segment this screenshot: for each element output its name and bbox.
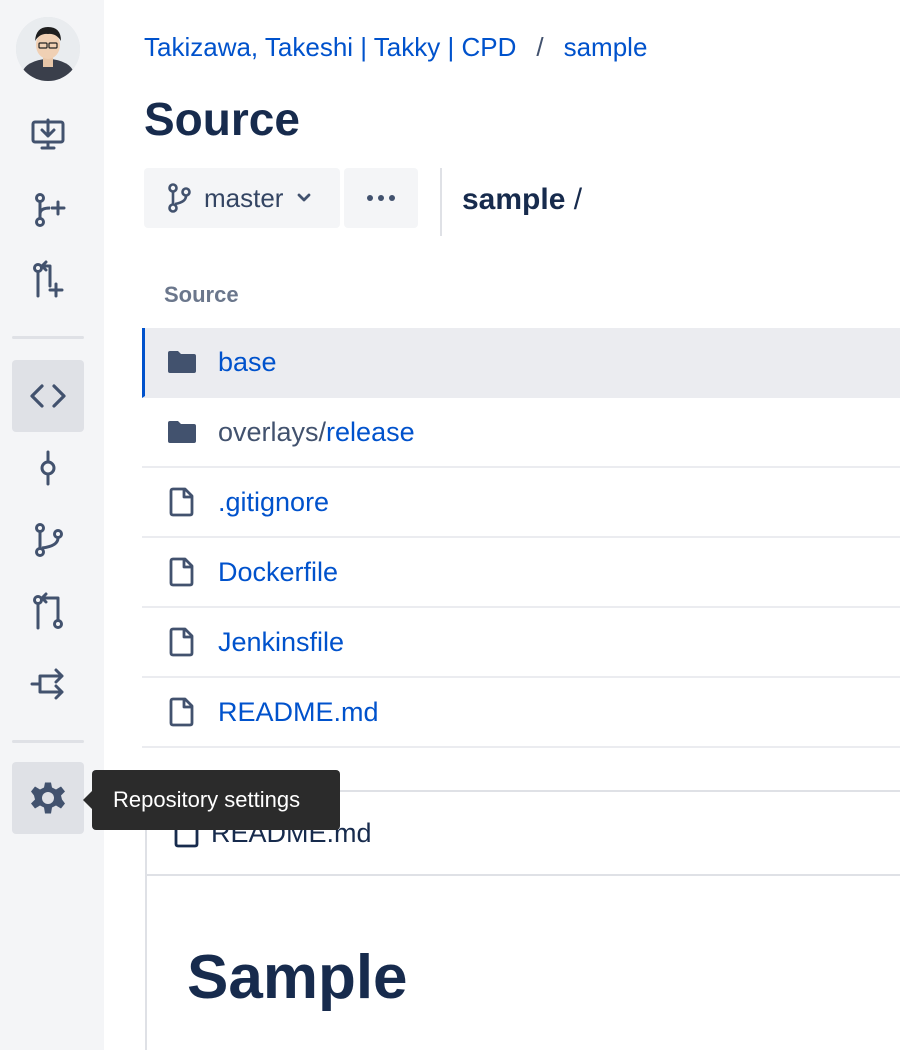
repository-settings-tooltip: Repository settings xyxy=(83,770,340,830)
file-name[interactable]: .gitignore xyxy=(218,487,329,518)
commits-icon xyxy=(40,450,56,486)
pipelines-button[interactable] xyxy=(12,648,84,720)
file-row-gitignore[interactable]: .gitignore xyxy=(142,468,900,538)
file-row-jenkinsfile[interactable]: Jenkinsfile xyxy=(142,608,900,678)
file-name[interactable]: README.md xyxy=(218,697,379,728)
breadcrumb-separator: / xyxy=(536,32,544,62)
breadcrumb-repo-link[interactable]: sample xyxy=(564,32,648,62)
current-path: sample / xyxy=(462,183,582,217)
file-row-dockerfile[interactable]: Dockerfile xyxy=(142,538,900,608)
breadcrumb-workspace-link[interactable]: Takizawa, Takeshi | Takky | CPD xyxy=(144,32,516,62)
branches-icon xyxy=(35,523,63,557)
folder-icon xyxy=(168,421,196,443)
file-list-header: Source xyxy=(164,282,239,307)
folder-name: release xyxy=(326,416,415,447)
sidebar xyxy=(0,0,104,1050)
branch-label: master xyxy=(204,182,284,213)
breadcrumb: Takizawa, Takeshi | Takky | CPD / sample xyxy=(144,32,647,63)
source-icon xyxy=(30,384,66,408)
folder-prefix: overlays/ xyxy=(218,416,327,447)
repository-settings-button[interactable] xyxy=(12,762,84,834)
file-name[interactable]: overlays/release xyxy=(218,417,415,448)
file-name[interactable]: Dockerfile xyxy=(218,557,338,588)
toolbar-separator xyxy=(440,168,442,236)
path-slash: / xyxy=(565,183,583,216)
sidebar-divider xyxy=(12,740,84,743)
commits-button[interactable] xyxy=(12,432,84,504)
folder-icon xyxy=(168,351,196,373)
file-row-base[interactable]: base xyxy=(142,328,900,398)
sidebar-divider xyxy=(12,336,84,339)
pull-requests-icon xyxy=(33,592,63,630)
file-name[interactable]: Jenkinsfile xyxy=(218,627,344,658)
file-name[interactable]: base xyxy=(218,347,277,378)
create-branch-button[interactable] xyxy=(12,174,84,246)
readme-heading: Sample xyxy=(187,943,408,1012)
clone-button[interactable] xyxy=(12,98,84,170)
page-title: Source xyxy=(144,93,300,145)
create-branch-icon xyxy=(35,193,66,227)
branches-button[interactable] xyxy=(12,504,84,576)
path-repo[interactable]: sample xyxy=(462,183,565,216)
branch-icon xyxy=(168,183,191,213)
file-list: base overlays/release .gitignore Dockerf… xyxy=(142,328,900,748)
file-icon xyxy=(169,697,194,727)
create-pull-request-icon xyxy=(33,260,64,298)
source-button[interactable] xyxy=(12,360,84,432)
settings-icon xyxy=(31,782,65,814)
more-icon xyxy=(367,195,395,201)
clone-icon xyxy=(31,118,65,150)
file-icon xyxy=(169,487,194,517)
create-pull-request-button[interactable] xyxy=(12,244,84,316)
file-icon xyxy=(169,557,194,587)
pipelines-icon xyxy=(30,668,64,700)
file-row-readme[interactable]: README.md xyxy=(142,678,900,748)
branch-selector-button[interactable]: master xyxy=(144,168,340,228)
more-actions-button[interactable] xyxy=(344,168,418,228)
file-icon xyxy=(169,627,194,657)
file-row-overlays-release[interactable]: overlays/release xyxy=(142,398,900,468)
pull-requests-button[interactable] xyxy=(12,576,84,648)
chevron-down-icon xyxy=(298,193,311,202)
avatar[interactable] xyxy=(16,17,80,81)
